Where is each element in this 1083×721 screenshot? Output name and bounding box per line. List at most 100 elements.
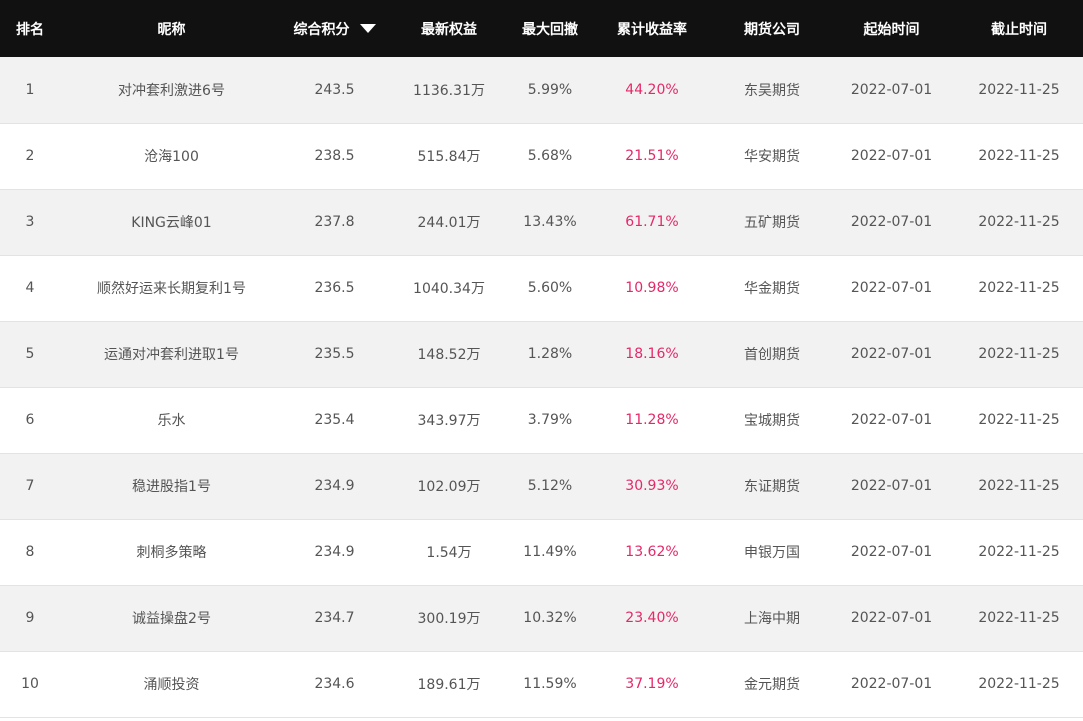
cell-name[interactable]: 沧海100 [60,123,283,189]
account-name-link[interactable]: 刺桐多策略 [137,545,207,561]
cell-name[interactable]: 诚益操盘2号 [60,585,283,651]
table-row: 8 刺桐多策略 234.9 1.54万 11.49% 13.62% 申银万国 2022-07-… [0,519,1083,585]
table-row: 2 沧海100 238.5 515.84万 5.68% 21.51% 华安期货 2022-07… [0,123,1083,189]
account-name-link[interactable]: 运通对冲套利进取1号 [104,347,239,363]
col-header-end-time: 截止时间 [991,21,1047,38]
cell-cumulative-return: 11.28% [625,412,679,428]
account-name-link[interactable]: 诚益操盘2号 [132,611,211,627]
cell-max-drawdown: 5.68% [527,148,573,164]
cell-end-time: 2022-11-25 [978,214,1060,230]
col-header-equity: 最新权益 [421,21,477,38]
account-name-link[interactable]: 稳进股指1号 [132,479,211,495]
cell-score: 238.5 [314,148,355,164]
cell-end-time: 2022-11-25 [978,412,1060,428]
cell-start-time: 2022-07-01 [850,676,933,692]
cell-cumulative-return: 18.16% [625,346,679,362]
account-name-link[interactable]: 乐水 [158,413,186,429]
table-row: 10 涌顺投资 234.6 189.61万 11.59% 37.19% 金元期货 2022-0… [0,651,1083,717]
col-header-cumulative-return: 累计收益率 [617,21,687,38]
account-name-link[interactable]: 顺然好运来长期复利1号 [97,281,246,297]
cell-company: 申银万国 [744,545,800,561]
cell-end-time: 2022-11-25 [978,544,1060,560]
table-header: 排名 昵称 综合积分 最新权益 最大回撤 累计收益率 期货公司 起始时间 截止时… [0,0,1083,57]
table-row: 7 稳进股指1号 234.9 102.09万 5.12% 30.93% 东证期货 2022-0… [0,453,1083,519]
cell-max-drawdown: 10.32% [523,610,577,626]
col-header-max-drawdown: 最大回撤 [522,21,578,38]
cell-equity: 148.52万 [417,347,481,363]
cell-name[interactable]: KING云峰01 [60,189,283,255]
cell-end-time: 2022-11-25 [978,81,1060,98]
cell-name[interactable]: 顺然好运来长期复利1号 [60,255,283,321]
cell-end-time: 2022-11-25 [978,610,1060,626]
ranking-table: 排名 昵称 综合积分 最新权益 最大回撤 累计收益率 期货公司 起始时间 截止时… [0,0,1083,718]
triangle-down-icon[interactable] [359,24,376,33]
cell-start-time: 2022-07-01 [850,478,933,494]
cell-max-drawdown: 5.12% [527,478,573,494]
cell-start-time: 2022-07-01 [850,412,933,428]
cell-max-drawdown: 11.59% [523,676,577,692]
account-name-link[interactable]: 涌顺投资 [144,677,200,693]
cell-score: 236.5 [314,280,355,296]
cell-equity: 1136.31万 [413,82,485,99]
cell-max-drawdown: 5.60% [527,280,573,296]
table-row: 5 运通对冲套利进取1号 235.5 148.52万 1.28% 18.16% 首创期货 20… [0,321,1083,387]
cell-cumulative-return: 21.51% [625,148,679,164]
cell-company: 华金期货 [744,281,800,297]
account-name-link[interactable]: 对冲套利激进6号 [118,83,225,99]
cell-cumulative-return: 13.62% [625,544,679,560]
cell-company: 华安期货 [744,149,800,165]
cell-rank: 7 [25,478,35,494]
cell-equity: 300.19万 [417,611,481,627]
cell-cumulative-return: 10.98% [625,280,679,296]
cell-name[interactable]: 稳进股指1号 [60,453,283,519]
cell-score: 235.5 [314,346,355,362]
cell-name[interactable]: 对冲套利激进6号 [60,57,283,123]
cell-start-time: 2022-07-01 [850,214,933,230]
table-row: 1 对冲套利激进6号 243.5 1136.31万 5.99% 44.20% 东吴期货 202… [0,57,1083,123]
cell-rank: 8 [25,544,35,560]
cell-equity: 244.01万 [417,215,481,231]
cell-end-time: 2022-11-25 [978,346,1060,362]
account-name-link[interactable]: 沧海100 [144,149,199,165]
cell-score: 234.7 [314,610,355,626]
cell-equity: 1.54万 [426,545,472,561]
cell-start-time: 2022-07-01 [850,544,933,560]
cell-end-time: 2022-11-25 [978,676,1060,692]
cell-rank: 3 [25,214,35,230]
cell-cumulative-return: 44.20% [625,81,679,98]
cell-cumulative-return: 23.40% [625,610,679,626]
cell-rank: 5 [25,346,35,362]
cell-cumulative-return: 30.93% [625,478,679,494]
account-name-link[interactable]: KING云峰01 [131,215,211,231]
sort-by-score-button[interactable]: 综合积分 [294,19,376,39]
cell-company: 宝城期货 [744,413,800,429]
cell-cumulative-return: 37.19% [625,676,679,692]
cell-rank: 4 [25,280,35,296]
cell-score: 237.8 [314,214,355,230]
cell-rank: 6 [25,412,35,428]
cell-name[interactable]: 运通对冲套利进取1号 [60,321,283,387]
cell-max-drawdown: 3.79% [527,412,573,428]
cell-start-time: 2022-07-01 [850,346,933,362]
cell-rank: 2 [25,148,35,164]
cell-rank: 10 [21,676,39,692]
cell-score: 234.9 [314,478,355,494]
col-header-rank: 排名 [16,21,44,38]
cell-equity: 343.97万 [417,413,481,429]
cell-start-time: 2022-07-01 [850,610,933,626]
col-header-name: 昵称 [157,21,186,38]
table-row: 3 KING云峰01 237.8 244.01万 13.43% 61.71% 五矿期货 202… [0,189,1083,255]
cell-score: 234.9 [314,544,355,560]
cell-max-drawdown: 13.43% [523,214,577,230]
cell-company: 金元期货 [744,677,800,693]
cell-name[interactable]: 乐水 [60,387,283,453]
col-header-score[interactable]: 综合积分 [283,0,386,57]
cell-name[interactable]: 刺桐多策略 [60,519,283,585]
cell-equity: 102.09万 [417,479,481,495]
cell-name[interactable]: 涌顺投资 [60,651,283,717]
cell-equity: 515.84万 [417,149,481,165]
cell-score: 243.5 [314,81,355,98]
cell-company: 东吴期货 [744,82,800,99]
cell-rank: 1 [25,81,35,98]
cell-end-time: 2022-11-25 [978,478,1060,494]
